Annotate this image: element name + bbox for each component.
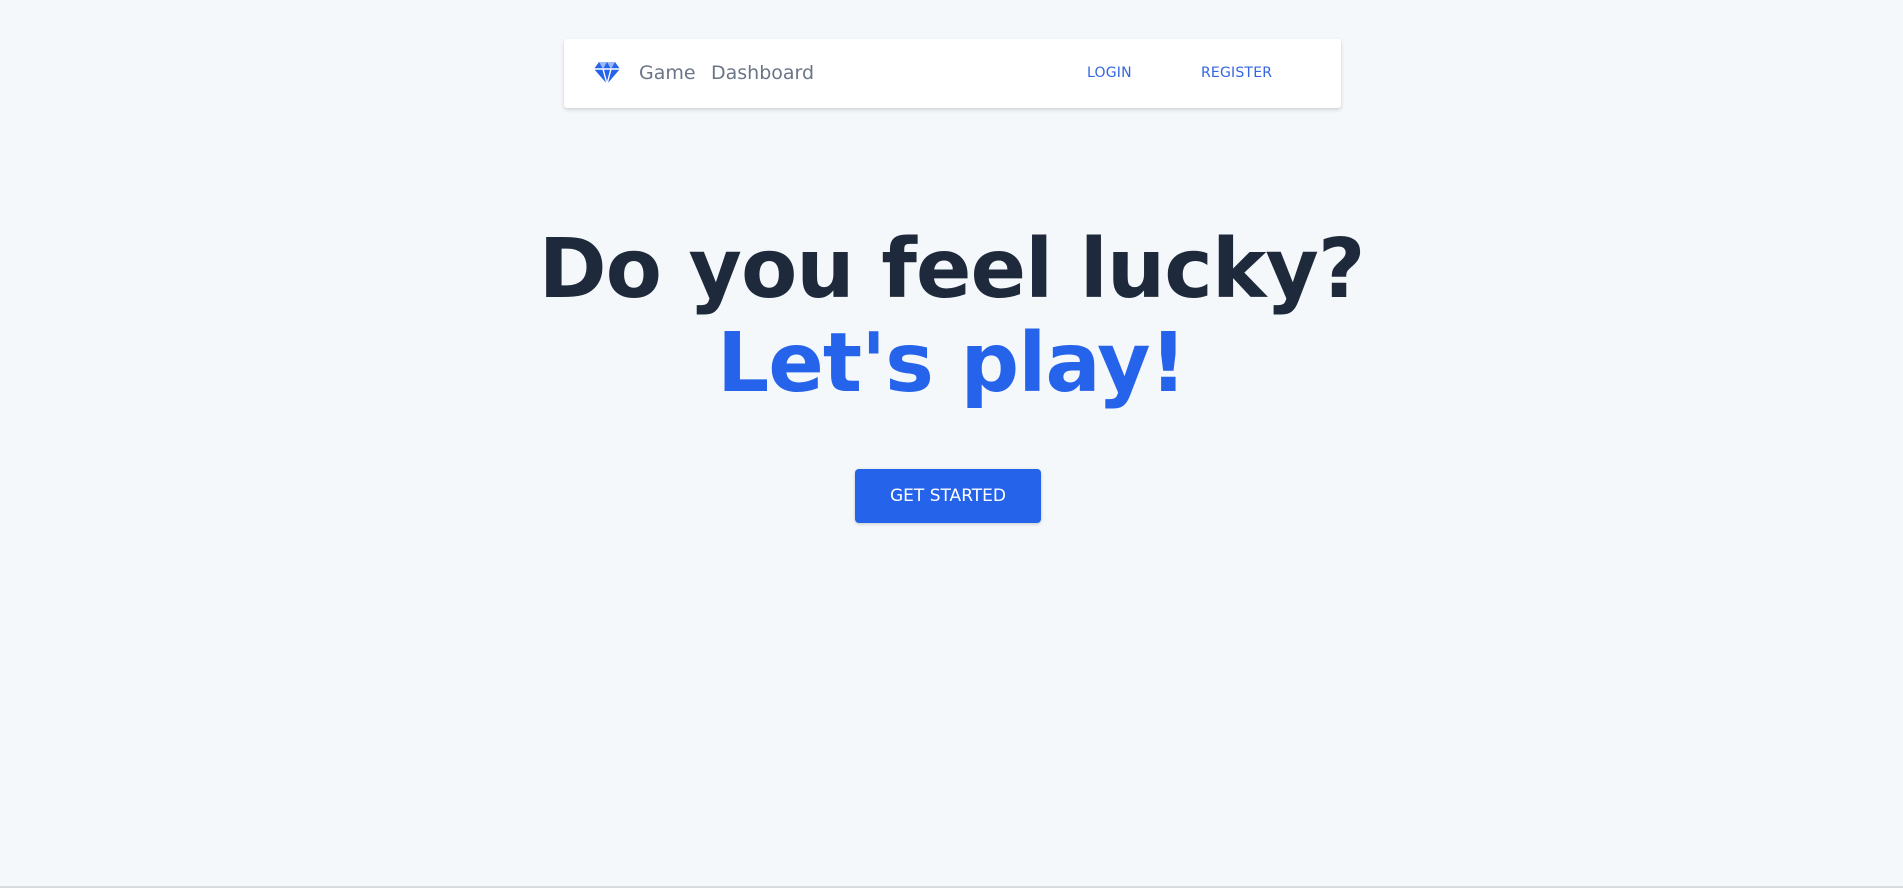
diamond-icon[interactable]: [593, 61, 621, 85]
top-navbar: Game Dashboard LOGIN REGISTER: [564, 39, 1341, 108]
nav-link-game[interactable]: Game: [639, 61, 696, 85]
hero-subheadline: Let's play!: [717, 316, 1187, 411]
hero-section: Do you feel lucky? Let's play!: [0, 223, 1903, 411]
get-started-button[interactable]: GET STARTED: [855, 469, 1041, 523]
register-link[interactable]: REGISTER: [1201, 65, 1272, 81]
landing-page: Game Dashboard LOGIN REGISTER Do you fee…: [0, 0, 1903, 888]
nav-link-dashboard[interactable]: Dashboard: [711, 61, 814, 85]
login-link[interactable]: LOGIN: [1087, 65, 1132, 81]
hero-headline: Do you feel lucky?: [538, 222, 1366, 317]
